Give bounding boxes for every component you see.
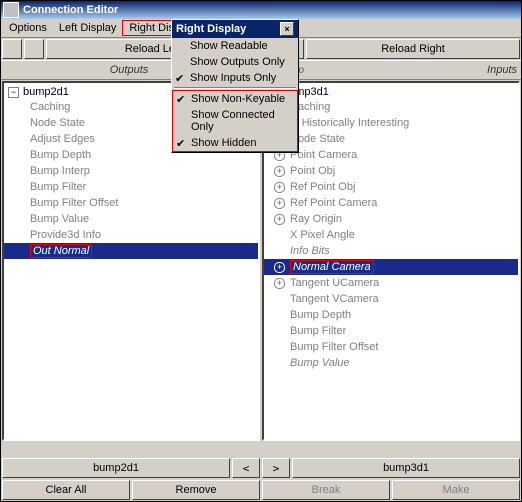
left-selected-label: Out Normal [30, 244, 92, 258]
inputs-header: Inputs [487, 64, 517, 76]
mi-show-hidden[interactable]: ✔ Show Hidden [173, 135, 297, 151]
expand-icon[interactable]: + [274, 214, 285, 225]
left-root-label: bump2d1 [23, 86, 69, 98]
expand-icon[interactable]: + [274, 278, 285, 289]
left-item-bumpfilteroffset[interactable]: Bump Filter Offset [4, 195, 258, 211]
left-tool-1[interactable] [2, 39, 22, 59]
left-item-bumpvalue[interactable]: Bump Value [4, 211, 258, 227]
menu-options[interactable]: Options [3, 21, 53, 35]
r-item-normalcamera[interactable]: + Normal Camera [264, 259, 518, 275]
window-title: Connection Editor [23, 4, 118, 16]
r-item-bumpfilteroffset[interactable]: Bump Filter Offset [264, 339, 518, 355]
clear-all-button[interactable]: Clear All [2, 480, 130, 500]
right-root[interactable]: − bump3d1 [264, 85, 518, 99]
mi-show-outputs-only[interactable]: Show Outputs Only [172, 54, 298, 70]
left-item-provide3dinfo[interactable]: Provide3d Info [4, 227, 258, 243]
mi-label: Show Hidden [191, 137, 256, 149]
r-item-tangentucamera[interactable]: + Tangent UCamera [264, 275, 518, 291]
r-item-bumpfilter[interactable]: Bump Filter [264, 323, 518, 339]
right-pane[interactable]: − bump3d1 Caching Is Historically Intere… [262, 81, 520, 441]
r-item-infobits[interactable]: Info Bits [264, 243, 518, 259]
left-node-name[interactable]: bump2d1 [2, 458, 230, 478]
r-label: Point Camera [290, 149, 357, 161]
break-button[interactable]: Break [262, 480, 390, 500]
r-item-pointcamera[interactable]: +Point Camera [264, 147, 518, 163]
left-item-bumpinterp[interactable]: Bump Interp [4, 163, 258, 179]
mi-label: Show Non-Keyable [191, 93, 285, 105]
check-icon: ✔ [176, 93, 185, 106]
r-item-bumpvalue[interactable]: Bump Value [264, 355, 518, 371]
r-label: Point Obj [290, 165, 335, 177]
app-icon [3, 2, 19, 18]
r-item-nodestate[interactable]: Node State [264, 131, 518, 147]
r-label: Tangent UCamera [290, 277, 379, 289]
r-label: Ray Origin [290, 213, 342, 225]
r-label: Ref Point Obj [290, 181, 355, 193]
make-button[interactable]: Make [392, 480, 520, 500]
nav-left[interactable]: < [232, 458, 260, 478]
dropdown-sep [174, 87, 296, 89]
r-item-tangentvcamera[interactable]: Tangent VCamera [264, 291, 518, 307]
titlebar[interactable]: Connection Editor [1, 1, 521, 19]
right-node-name[interactable]: bump3d1 [292, 458, 520, 478]
r-item-refpointcamera[interactable]: + Ref Point Camera [264, 195, 518, 211]
r-item-bumpdepth[interactable]: Bump Depth [264, 307, 518, 323]
r-item-refpointobj[interactable]: + Ref Point Obj [264, 179, 518, 195]
nav-right[interactable]: > [262, 458, 290, 478]
dropdown-highlight-group: ✔ Show Non-Keyable Show Connected Only ✔ S… [172, 90, 298, 152]
right-selected-label: Normal Camera [290, 260, 374, 274]
mi-show-connected-only[interactable]: Show Connected Only [173, 107, 297, 135]
mi-show-non-keyable[interactable]: ✔ Show Non-Keyable [173, 91, 297, 107]
left-item-bumpfilter[interactable]: Bump Filter [4, 179, 258, 195]
check-icon: ✔ [176, 137, 185, 150]
mi-show-inputs-only[interactable]: ✔ Show Inputs Only [172, 70, 298, 86]
r-item-caching[interactable]: Caching [264, 99, 518, 115]
check-icon: ✔ [175, 72, 184, 85]
right-tree: − bump3d1 Caching Is Historically Intere… [264, 83, 518, 373]
menu-left-display[interactable]: Left Display [53, 21, 122, 35]
nav-row: bump2d1 < > bump3d1 [1, 457, 521, 479]
collapse-icon[interactable]: − [8, 87, 19, 98]
r-item-xpixelangle[interactable]: X Pixel Angle [264, 227, 518, 243]
left-tool-2[interactable] [24, 39, 44, 59]
dropdown-title: Right Display × [172, 20, 298, 38]
r-item-historical[interactable]: Is Historically Interesting [264, 115, 518, 131]
r-label: Ref Point Camera [290, 197, 377, 209]
left-item-outnormal[interactable]: Out Normal [4, 243, 258, 259]
action-row: Clear All Remove Break Make [1, 479, 521, 501]
expand-icon[interactable]: + [274, 198, 285, 209]
r-item-pointobj[interactable]: + Point Obj [264, 163, 518, 179]
remove-button[interactable]: Remove [132, 480, 260, 500]
r-item-rayorigin[interactable]: + Ray Origin [264, 211, 518, 227]
right-display-dropdown: Right Display × Show Readable Show Outpu… [171, 19, 299, 153]
mi-show-readable[interactable]: Show Readable [172, 38, 298, 54]
expand-icon[interactable]: + [274, 166, 285, 177]
connection-editor-window: Connection Editor Options Left Display R… [0, 0, 522, 502]
expand-icon[interactable]: + [274, 262, 285, 273]
expand-icon[interactable]: + [274, 182, 285, 193]
dropdown-title-label: Right Display [176, 23, 246, 35]
bottom-bar: bump2d1 < > bump3d1 Clear All Remove Bre… [1, 457, 521, 501]
mi-label: Show Inputs Only [190, 72, 276, 84]
reload-right-button[interactable]: Reload Right [306, 39, 520, 59]
close-icon[interactable]: × [280, 22, 294, 36]
